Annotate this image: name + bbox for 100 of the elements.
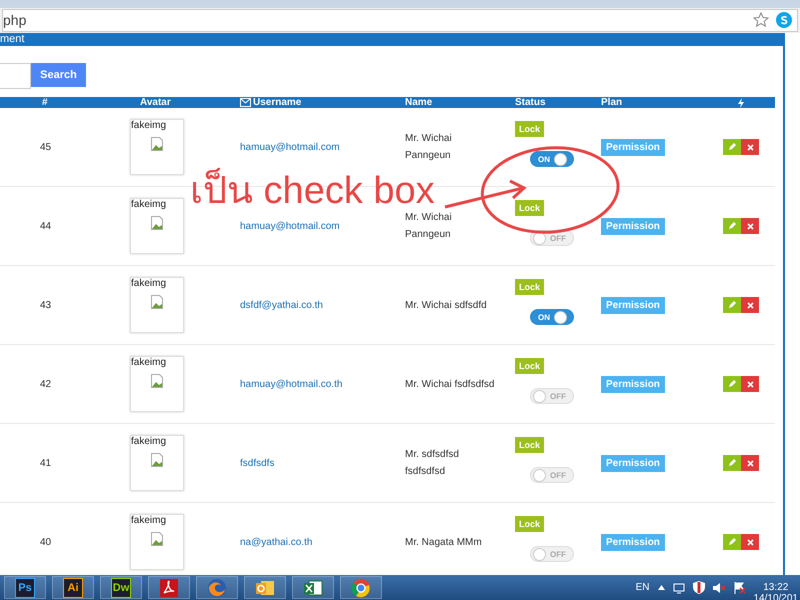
column-header: Avatar [140, 97, 171, 108]
table-cell-text: Mr. Wichai sdfsdfd [405, 298, 488, 312]
app-letter-icon: Ai [63, 578, 83, 598]
username-link[interactable]: hamuay@hotmail.co.th [240, 378, 405, 390]
taskbar-button[interactable]: Dw [100, 576, 142, 599]
username-link[interactable]: hamuay@hotmail.com [240, 220, 405, 232]
broken-image-icon [151, 374, 163, 388]
pencil-icon [728, 380, 736, 388]
close-icon [746, 222, 754, 230]
permission-button[interactable]: Permission [601, 454, 665, 472]
broken-image-icon [151, 137, 163, 151]
delete-button[interactable] [741, 534, 759, 550]
column-header: # [42, 97, 48, 108]
table-cell-text: 42 [39, 378, 52, 390]
table-cell-text: 40 [39, 536, 52, 548]
table-cell-text: Mr. Wichai Panngeun [405, 211, 453, 242]
lock-badge: Lock [515, 121, 544, 137]
permission-button[interactable]: Permission [601, 376, 665, 392]
username-link[interactable]: na@yathai.co.th [240, 536, 405, 548]
toggle-switch[interactable]: ON [530, 151, 574, 167]
permission-button[interactable]: Permission [601, 138, 665, 156]
toggle-switch[interactable]: OFF [530, 467, 574, 483]
globe-fox-icon [207, 578, 227, 598]
column-header: Plan [601, 97, 622, 108]
toggle-switch[interactable]: OFF [530, 546, 574, 562]
taskbar-button[interactable]: Ps [4, 576, 46, 599]
app-letter-icon: Ps [15, 578, 35, 598]
table-cell-text: Mr. Wichai Panngeun [405, 132, 453, 163]
monitor-icon[interactable] [672, 582, 684, 594]
up-caret-icon[interactable] [658, 585, 664, 590]
column-header: Name [405, 97, 432, 108]
permission-button[interactable]: Permission [601, 296, 665, 314]
close-icon [746, 538, 754, 546]
lock-badge: Lock [515, 437, 544, 453]
taskbar-button[interactable]: Ai [52, 576, 94, 599]
annotation-text: เป็น check box [190, 170, 435, 214]
spreadsheet-icon [303, 578, 323, 598]
permission-button[interactable]: Permission [601, 218, 665, 234]
taskbar-button[interactable] [148, 576, 190, 599]
table-cell-text: 41 [39, 458, 52, 468]
pencil-icon [728, 538, 736, 546]
toggle-switch[interactable]: OFF [530, 388, 574, 404]
muted-speaker-icon[interactable] [712, 582, 726, 594]
star-icon[interactable] [753, 12, 769, 28]
image-alt-text: fakeimg [131, 278, 166, 289]
close-icon [746, 460, 754, 466]
delete-button[interactable] [741, 297, 759, 313]
pencil-icon [728, 143, 736, 151]
image-alt-text: fakeimg [131, 199, 166, 210]
shield-icon[interactable] [692, 581, 704, 594]
table-cell-text: Mr. Wichai fsdfsdfsd [405, 378, 496, 392]
taskbar-button[interactable] [196, 576, 238, 599]
username-link[interactable]: dsfdf@yathai.co.th [240, 300, 405, 310]
search-field[interactable] [0, 63, 31, 89]
table-cell-text: 43 [39, 300, 52, 310]
broken-image-icon [151, 532, 163, 546]
url-text: php [3, 12, 28, 28]
delete-button[interactable] [741, 139, 759, 155]
table-cell-text: 44 [39, 220, 52, 232]
image-alt-text: fakeimg [131, 436, 166, 447]
taskbar-button[interactable] [244, 576, 286, 599]
taskbar-button[interactable] [292, 576, 334, 599]
s-logo-icon[interactable] [775, 11, 793, 30]
column-header: Status [515, 97, 546, 108]
envelope-icon [240, 98, 251, 107]
column-header: Username [253, 97, 302, 108]
flag-icon[interactable] [734, 582, 746, 594]
permission-button[interactable]: Permission [601, 534, 665, 550]
image-alt-text: fakeimg [131, 120, 166, 131]
language-indicator[interactable]: EN [636, 582, 650, 593]
username-link[interactable]: hamuay@hotmail.com [240, 142, 405, 152]
close-icon [746, 144, 754, 150]
pencil-icon [728, 222, 736, 230]
address-bar[interactable]: php [2, 8, 798, 32]
clock-time: 13:22 [763, 582, 788, 592]
close-icon [746, 380, 754, 388]
app-letter-icon: Dw [111, 578, 131, 598]
pencil-icon [728, 459, 736, 467]
broken-image-icon [151, 453, 163, 467]
delete-button[interactable] [741, 455, 759, 471]
lock-badge: Lock [515, 279, 544, 295]
broken-image-icon [151, 216, 163, 230]
lock-badge: Lock [515, 358, 544, 374]
taskbar-button[interactable] [340, 576, 382, 599]
broken-image-icon [151, 295, 163, 309]
delete-button[interactable] [741, 218, 759, 234]
close-icon [746, 302, 754, 308]
table-cell-text: Mr. Nagata MMm [405, 536, 483, 550]
lock-badge: Lock [515, 200, 544, 216]
image-alt-text: fakeimg [131, 515, 166, 526]
toggle-switch[interactable]: ON [530, 309, 574, 325]
header-bar: ment [0, 33, 783, 46]
document-icon [160, 578, 178, 596]
browser-wheel-icon [351, 578, 371, 598]
username-link[interactable]: fsdfsdfs [240, 458, 405, 468]
lock-badge: Lock [515, 516, 544, 532]
search-button[interactable]: Search [31, 63, 86, 87]
delete-button[interactable] [741, 376, 759, 392]
table-cell-text: 45 [39, 142, 52, 152]
image-alt-text: fakeimg [131, 357, 166, 368]
